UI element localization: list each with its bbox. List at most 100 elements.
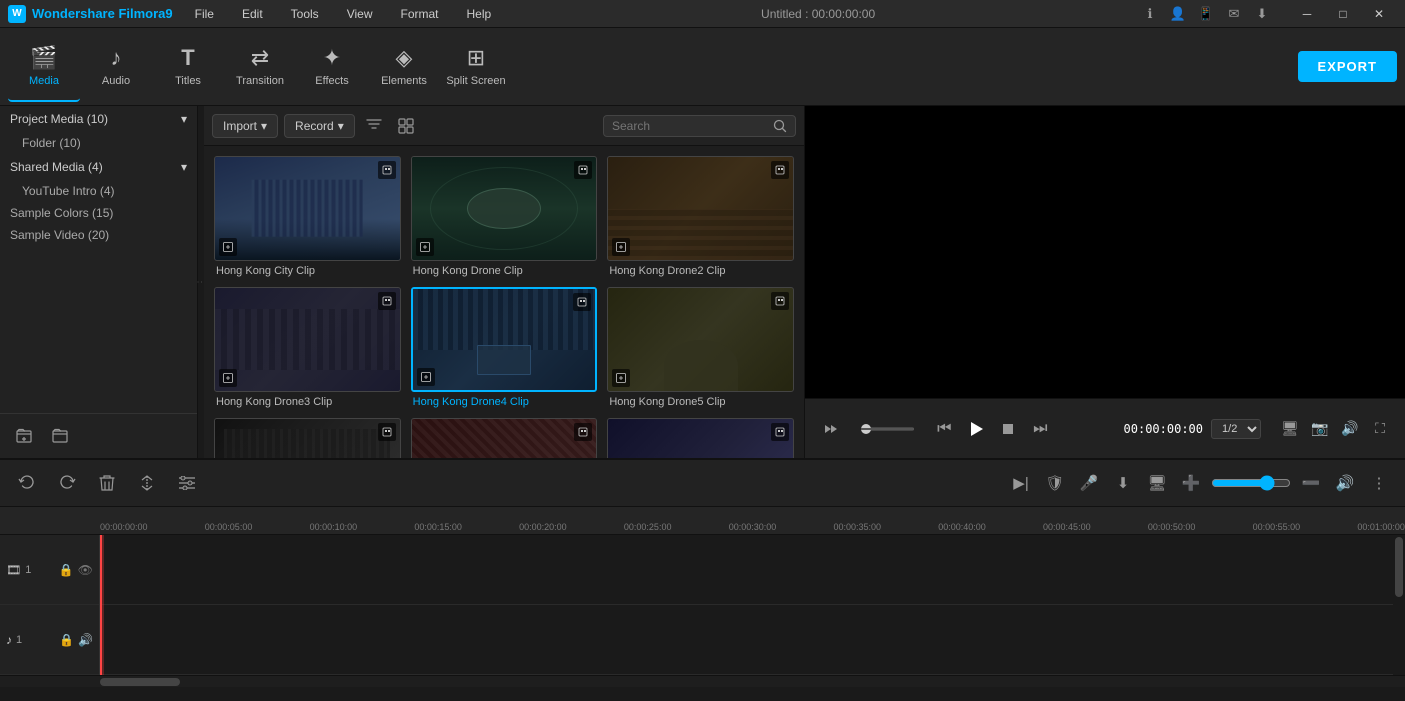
thumb-drone2-clip[interactable] bbox=[607, 156, 794, 261]
sidebar-item-youtube-intro[interactable]: YouTube Intro (4) bbox=[0, 180, 197, 202]
minimize-button[interactable]: ─ bbox=[1289, 0, 1325, 28]
list-item[interactable]: Hong Kong Drone Clip bbox=[411, 156, 598, 277]
info-icon[interactable]: ℹ bbox=[1139, 3, 1161, 25]
sidebar-item-folder[interactable]: Folder (10) bbox=[0, 132, 197, 154]
add-folder-button[interactable] bbox=[10, 422, 38, 450]
list-item[interactable]: Hong Kong Drone2 Clip bbox=[607, 156, 794, 277]
grid-label-drone5: Hong Kong Drone5 Clip bbox=[607, 396, 794, 408]
list-item[interactable]: Hong Kong City Clip bbox=[214, 156, 401, 277]
shield-button[interactable]: 🛡 bbox=[1041, 469, 1069, 497]
download-icon[interactable]: ⬇ bbox=[1251, 3, 1273, 25]
account-icon[interactable]: 👤 bbox=[1167, 3, 1189, 25]
volume-button[interactable]: 🔊 bbox=[1331, 469, 1359, 497]
list-item[interactable]: Hong Kong Drone4 Clip bbox=[411, 287, 598, 408]
phone-icon[interactable]: 📱 bbox=[1195, 3, 1217, 25]
preview-play-button[interactable] bbox=[962, 415, 990, 443]
menu-file[interactable]: File bbox=[189, 5, 220, 23]
preview-snapshot-icon[interactable]: 📷 bbox=[1307, 416, 1333, 442]
preview-screen-icon[interactable]: 🖥 bbox=[1277, 416, 1303, 442]
thumb-drone4-clip[interactable] bbox=[411, 287, 598, 392]
grid-label-drone: Hong Kong Drone Clip bbox=[411, 265, 598, 277]
video-track-row bbox=[100, 535, 1393, 605]
layout-button[interactable] bbox=[393, 113, 419, 139]
sidebar-header-project-media[interactable]: Project Media (10) ▾ bbox=[0, 106, 197, 132]
zoom-out-button[interactable]: ➖ bbox=[1297, 469, 1325, 497]
sample-colors-label: Sample Colors (15) bbox=[10, 206, 113, 220]
menu-edit[interactable]: Edit bbox=[236, 5, 269, 23]
window-controls: ─ □ ✕ bbox=[1289, 0, 1397, 28]
video-lock-button[interactable]: 🔒 bbox=[59, 563, 74, 577]
menu-format[interactable]: Format bbox=[394, 5, 444, 23]
audio-lock-button[interactable]: 🔒 bbox=[59, 633, 74, 647]
audio-mute-button[interactable]: 🔊 bbox=[78, 633, 93, 647]
right-scrollbar[interactable] bbox=[1393, 535, 1405, 675]
thumb-row3c[interactable] bbox=[607, 418, 794, 458]
remove-folder-button[interactable] bbox=[46, 422, 74, 450]
export-button[interactable]: EXPORT bbox=[1298, 51, 1397, 82]
zoom-in-button[interactable]: ➕ bbox=[1177, 469, 1205, 497]
split-screen-button[interactable]: 🖥 bbox=[1143, 469, 1171, 497]
record-button[interactable]: Record ▾ bbox=[284, 114, 355, 138]
media-panel-toolbar: Import ▾ Record ▾ bbox=[204, 106, 804, 146]
filter-button[interactable] bbox=[361, 113, 387, 139]
preview-zoom-select[interactable]: 1/2 bbox=[1211, 419, 1261, 439]
list-item[interactable]: Hong Kong Drone5 Clip bbox=[607, 287, 794, 408]
list-item[interactable] bbox=[607, 418, 794, 458]
thumb-drone-clip[interactable] bbox=[411, 156, 598, 261]
import-button[interactable]: Import ▾ bbox=[212, 114, 278, 138]
sidebar-header-shared-media[interactable]: Shared Media (4) ▾ bbox=[0, 154, 197, 180]
thumb-drone5-clip[interactable] bbox=[607, 287, 794, 392]
preview-rewind-button[interactable] bbox=[817, 415, 845, 443]
tool-titles[interactable]: T Titles bbox=[152, 32, 224, 102]
close-button[interactable]: ✕ bbox=[1361, 0, 1397, 28]
thumb-city-clip[interactable] bbox=[214, 156, 401, 261]
adjust-button[interactable] bbox=[172, 468, 202, 498]
scrollbar-thumb[interactable] bbox=[1395, 537, 1403, 597]
delete-button[interactable] bbox=[92, 468, 122, 498]
thumb-row3b[interactable] bbox=[411, 418, 598, 458]
search-box[interactable] bbox=[603, 115, 796, 137]
maximize-button[interactable]: □ bbox=[1325, 0, 1361, 28]
video-visible-button[interactable]: 👁 bbox=[78, 563, 93, 577]
thumb-drone3-clip[interactable] bbox=[214, 287, 401, 392]
tool-media[interactable]: 🎬 Media bbox=[8, 32, 80, 102]
zoom-slider[interactable] bbox=[1211, 475, 1291, 491]
split-button[interactable] bbox=[132, 468, 162, 498]
tool-elements[interactable]: ◈ Elements bbox=[368, 32, 440, 102]
timeline-cursor bbox=[100, 535, 102, 675]
preview-step-fwd-button[interactable]: ⏭ bbox=[1026, 415, 1054, 443]
menu-view[interactable]: View bbox=[341, 5, 379, 23]
menu-tools[interactable]: Tools bbox=[285, 5, 325, 23]
tool-transition[interactable]: ⇄ Transition bbox=[224, 32, 296, 102]
video-track-icon: 🎞 bbox=[6, 563, 21, 577]
preview-stop-button[interactable] bbox=[994, 415, 1022, 443]
audio-track-button[interactable]: ⬇ bbox=[1109, 469, 1137, 497]
tool-splitscreen[interactable]: ⊞ Split Screen bbox=[440, 32, 512, 102]
thumb-row3a[interactable] bbox=[214, 418, 401, 458]
h-scrollbar-thumb[interactable] bbox=[100, 678, 180, 686]
preview-right-icons: 🖥 📷 🔊 ⛶ bbox=[1277, 416, 1393, 442]
play-track-button[interactable]: ▶| bbox=[1007, 469, 1035, 497]
timeline-h-scrollbar[interactable] bbox=[0, 675, 1405, 687]
preview-volume-icon[interactable]: 🔊 bbox=[1337, 416, 1363, 442]
tool-audio[interactable]: ♪ Audio bbox=[80, 32, 152, 102]
sidebar-item-sample-colors[interactable]: Sample Colors (15) bbox=[0, 202, 197, 224]
sidebar-section-sample-colors: Sample Colors (15) bbox=[0, 202, 197, 224]
preview-step-back-button[interactable]: ⏮ bbox=[930, 415, 958, 443]
undo-button[interactable] bbox=[12, 468, 42, 498]
settings-button[interactable]: ⋮ bbox=[1365, 469, 1393, 497]
mail-icon[interactable]: ✉ bbox=[1223, 3, 1245, 25]
list-item[interactable]: Hong Kong Drone3 Clip bbox=[214, 287, 401, 408]
tool-effects[interactable]: ✦ Effects bbox=[296, 32, 368, 102]
sidebar-item-sample-video[interactable]: Sample Video (20) bbox=[0, 224, 197, 246]
preview-progress-bar[interactable] bbox=[861, 427, 914, 431]
zoom-range-input[interactable] bbox=[1211, 475, 1291, 491]
list-item[interactable] bbox=[411, 418, 598, 458]
search-input[interactable] bbox=[612, 119, 767, 133]
mic-button[interactable]: 🎤 bbox=[1075, 469, 1103, 497]
redo-button[interactable] bbox=[52, 468, 82, 498]
preview-fullscreen-icon[interactable]: ⛶ bbox=[1367, 416, 1393, 442]
menu-help[interactable]: Help bbox=[461, 5, 498, 23]
list-item[interactable] bbox=[214, 418, 401, 458]
ruler-mark-12: 00:01:00:00 bbox=[1357, 522, 1405, 532]
